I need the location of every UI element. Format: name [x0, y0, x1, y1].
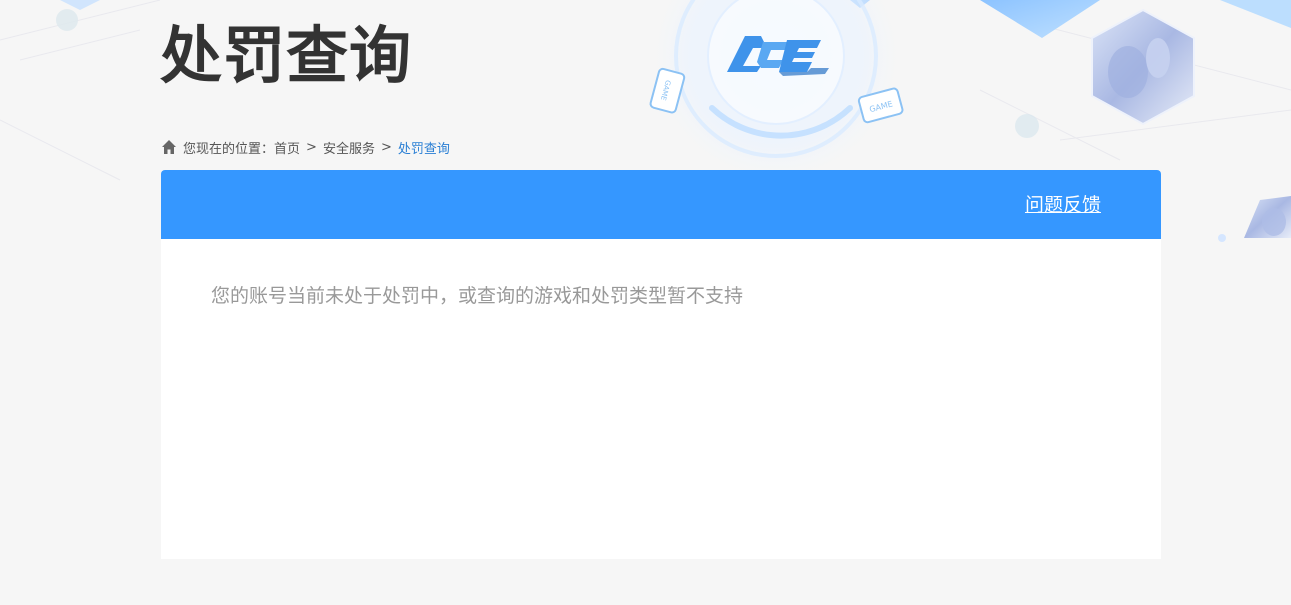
character-avatar [1091, 8, 1195, 126]
page-title: 处罚查询 [160, 19, 413, 92]
panel-header: 问题反馈 [161, 170, 1161, 239]
breadcrumb-separator: > [380, 139, 392, 155]
ace-logo [727, 36, 829, 76]
breadcrumb-item-home[interactable]: 首页 [274, 138, 300, 157]
breadcrumb: 您现在的位置： 首页 > 安全服务 > 处罚查询 [161, 137, 450, 157]
result-message: 您的账号当前未处于处罚中，或查询的游戏和处罚类型暂不支持 [211, 285, 744, 307]
breadcrumb-current: 处罚查询 [397, 141, 450, 157]
svg-text:GAME: GAME [659, 79, 672, 101]
breadcrumb-prefix: 您现在的位置： [183, 141, 275, 157]
panel-body: 您的账号当前未处于处罚中，或查询的游戏和处罚类型暂不支持 [161, 239, 1161, 353]
game-device-icon: GAME [857, 87, 904, 124]
breadcrumb-item-security-service[interactable]: 安全服务 [323, 138, 375, 157]
svg-text:GAME: GAME [868, 99, 893, 114]
character-avatar [1244, 196, 1291, 238]
breadcrumb-separator: > [306, 139, 317, 155]
result-panel: 问题反馈 您的账号当前未处于处罚中，或查询的游戏和处罚类型暂不支持 [161, 170, 1161, 559]
game-device-icon: GAME [649, 67, 686, 114]
feedback-link[interactable]: 问题反馈 [1025, 192, 1101, 218]
home-icon [162, 140, 176, 154]
